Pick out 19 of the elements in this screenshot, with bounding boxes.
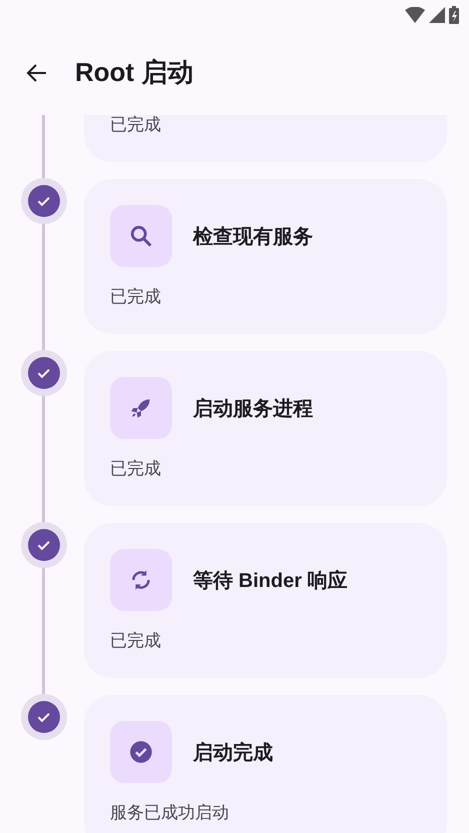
check-circle-icon	[128, 739, 154, 765]
screen-title: Root 启动	[75, 56, 194, 89]
step-title: 启动服务进程	[193, 396, 313, 422]
step-status: 服务已成功启动	[110, 803, 230, 823]
step-title: 等待 Binder 响应	[193, 568, 348, 594]
check-circle-icon	[28, 701, 60, 733]
battery-icon	[449, 6, 459, 24]
signal-icon	[429, 7, 445, 23]
step-status: 已完成	[110, 287, 162, 307]
step-status: 已完成	[110, 115, 162, 135]
wifi-icon	[405, 7, 425, 23]
step-status: 已完成	[110, 459, 162, 479]
check-circle-icon	[28, 185, 60, 217]
check-circle-icon	[28, 357, 60, 389]
search-icon	[128, 223, 154, 249]
check-circle-icon	[28, 529, 60, 561]
step-title: 启动完成	[193, 740, 273, 766]
step-title: 检查现有服务	[193, 224, 313, 250]
step-status: 已完成	[110, 631, 162, 651]
